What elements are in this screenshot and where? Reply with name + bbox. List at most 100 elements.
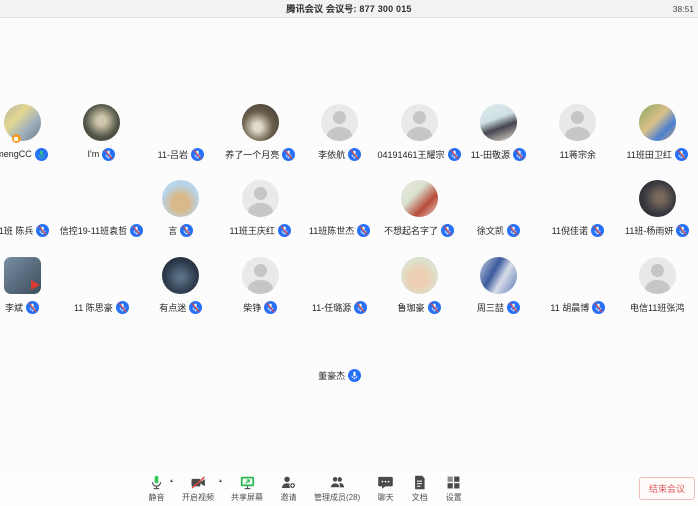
avatar (480, 180, 517, 217)
toolbar-button-label: 邀请 (281, 492, 297, 503)
participant-tile[interactable]: 徐文凯 (459, 180, 538, 237)
mic-icon (35, 148, 48, 161)
end-meeting-button[interactable]: 结束会议 (639, 477, 695, 500)
avatar (321, 104, 358, 141)
avatar (83, 180, 120, 217)
participant-tile[interactable]: 11班 陈兵 (0, 180, 62, 237)
status-badge (12, 134, 21, 143)
participant-namebar: I'm (88, 147, 116, 161)
chat-button[interactable]: 聊天 (377, 474, 394, 503)
participant-tile[interactable]: 11-田敬源 (459, 104, 538, 161)
participant-row: 11班 陈兵 信控19-11班袁哲 言 11班王庆红 11班陈世杰 不想起名字了 (0, 180, 697, 240)
participant-tile[interactable]: 李依航 (300, 104, 379, 161)
caret-up-icon[interactable]: ▲ (169, 479, 174, 484)
muted-mic-icon (428, 301, 441, 314)
muted-mic-icon (675, 148, 688, 161)
avatar (639, 104, 676, 141)
toolbar-button-label: 静音 (149, 492, 165, 503)
participant-tile[interactable]: 11倪佳诺 (538, 180, 617, 237)
participant-tile[interactable]: 11蒋宗余 (538, 104, 617, 161)
caret-up-icon[interactable]: ▲ (218, 479, 223, 484)
muted-mic-icon (592, 301, 605, 314)
participant-tile[interactable]: I'm (62, 104, 141, 161)
participant-tile[interactable]: 电信11班张鸿 (618, 257, 697, 314)
document-icon (411, 474, 428, 491)
participant-tile[interactable]: 11-任璐源 (300, 257, 379, 314)
participant-tile[interactable]: mengCC (0, 104, 62, 161)
muted-mic-icon (507, 224, 520, 237)
participant-tile[interactable]: 11班田卫红 (618, 104, 697, 161)
muted-mic-icon (507, 301, 520, 314)
participant-tile[interactable]: 言 (141, 180, 220, 237)
toolbar-button-label: 设置 (446, 492, 462, 503)
muted-mic-icon (26, 301, 39, 314)
participant-name: 李斌 (5, 301, 23, 314)
participant-tile[interactable]: 11 胡晨博 (538, 257, 617, 314)
toolbar-button-label: 聊天 (378, 492, 394, 503)
participant-tile[interactable]: 04191461王耀宗 (379, 104, 458, 161)
chat-bubble-icon (377, 474, 394, 491)
participant-namebar: 11班王庆红 (230, 223, 291, 237)
participant-name: 信控19-11班袁哲 (60, 224, 127, 237)
avatar (321, 325, 358, 362)
muted-mic-icon (180, 224, 193, 237)
participant-tile[interactable]: 11 陈思豪 (62, 257, 141, 314)
participant-namebar: 11蒋宗余 (560, 147, 596, 161)
participant-name: 11-吕岩 (158, 148, 188, 161)
participant-namebar: mengCC (0, 147, 48, 161)
avatar (559, 104, 596, 141)
avatar (480, 104, 517, 141)
participant-namebar: 周三喆 (477, 300, 520, 314)
participant-name: 周三喆 (477, 301, 504, 314)
participant-namebar: 11 陈思豪 (74, 300, 129, 314)
participant-tile[interactable]: 李斌 (0, 257, 62, 314)
participant-tile[interactable]: 柴铮 (221, 257, 300, 314)
muted-mic-icon (348, 148, 361, 161)
participant-namebar: 董豪杰 (318, 368, 361, 382)
participant-tile[interactable]: 11-吕岩 (141, 104, 220, 161)
participant-name: 电信11班张鸿 (630, 301, 684, 314)
participant-name: 11-田敬源 (471, 148, 510, 161)
mute-button[interactable]: ▲静音 (148, 474, 165, 503)
add-person-icon (280, 474, 297, 491)
participant-namebar: 11班陈世杰 (309, 223, 370, 237)
invite-button[interactable]: 邀请 (280, 474, 297, 503)
toolbar-button-label: 开启视频 (182, 492, 214, 503)
participant-tile[interactable]: 养了一个月亮 (221, 104, 300, 161)
muted-mic-icon (676, 224, 689, 237)
avatar (401, 180, 438, 217)
members-button[interactable]: 管理成员(28) (314, 474, 360, 503)
participant-tile[interactable]: 11班-杨雨妍 (618, 180, 697, 237)
participant-name: 11倪佳诺 (552, 224, 588, 237)
participant-tile[interactable]: 信控19-11班袁哲 (62, 180, 141, 237)
participant-tile[interactable]: 11班王庆红 (221, 180, 300, 237)
participant-tile[interactable]: 不想起名字了 (379, 180, 458, 237)
participants-grid: mengCC I'm 11-吕岩 养了一个月亮 李依航 04191461王耀宗 (0, 0, 698, 460)
avatar (4, 257, 41, 294)
bottom-toolbar: ▲静音▲开启视频共享屏幕邀请管理成员(28)聊天文档设置 结束会议 (0, 473, 698, 506)
toolbar-button-label: 文档 (412, 492, 428, 503)
participant-tile[interactable]: 周三喆 (459, 257, 538, 314)
avatar (321, 180, 358, 217)
participant-tile[interactable]: 有点迷 (141, 257, 220, 314)
muted-mic-icon (278, 224, 291, 237)
camera-button[interactable]: ▲开启视频 (182, 474, 214, 503)
avatar (242, 257, 279, 294)
settings-button[interactable]: 设置 (445, 474, 462, 503)
participant-tile[interactable]: 11班陈世杰 (300, 180, 379, 237)
participant-name: 柴铮 (243, 301, 261, 314)
participant-name: 11班陈世杰 (309, 224, 354, 237)
participant-namebar: 养了一个月亮 (225, 147, 295, 161)
share-screen-button[interactable]: 共享屏幕 (231, 474, 263, 503)
participant-namebar: 柴铮 (243, 300, 277, 314)
participant-name: 言 (168, 224, 177, 237)
participant-name: 11蒋宗余 (560, 148, 596, 161)
participant-tile[interactable]: 董豪杰 (300, 325, 379, 382)
avatar (401, 104, 438, 141)
participant-name: 11 陈思豪 (74, 301, 113, 314)
people-icon (329, 474, 346, 491)
muted-mic-icon (264, 301, 277, 314)
participant-name: 徐文凯 (477, 224, 504, 237)
participant-tile[interactable]: 鲁珈豪 (379, 257, 458, 314)
docs-button[interactable]: 文档 (411, 474, 428, 503)
